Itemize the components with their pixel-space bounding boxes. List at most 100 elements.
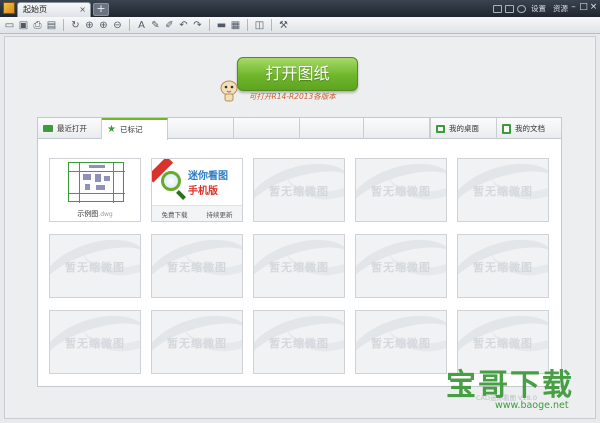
toolbar-separator: [271, 19, 272, 31]
minimize-button[interactable]: –: [569, 1, 578, 13]
print-icon[interactable]: ⎙: [32, 20, 43, 31]
maximize-button[interactable]: □: [579, 1, 588, 13]
panel-tab-strip: 最近打开 ★ 已标记 我的桌面 我的文档: [38, 118, 561, 140]
sample-drawing-label: 示例图.dwg: [50, 209, 140, 219]
sample-drawing-ext: .dwg: [98, 211, 113, 218]
empty-thumbnail[interactable]: 暂无缩微图: [355, 158, 447, 222]
toolbar: ▭ ▣ ⎙ ▤ ↻ ⊕ ⊕ ⊖ A ✎ ✐ ↶ ↷ ▬ ▦ ◫ ⚒: [0, 17, 600, 34]
placeholder-text: 暂无缩微图: [269, 261, 329, 274]
empty-thumbnail[interactable]: 暂无缩微图: [355, 234, 447, 298]
title-bar: 起始页 × + 设置 资源 – □ ×: [0, 0, 600, 17]
text-icon[interactable]: A: [136, 20, 147, 31]
empty-thumbnail[interactable]: 暂无缩微图: [253, 158, 345, 222]
toolbar-separator: [63, 19, 64, 31]
tab-recent-label: 最近打开: [57, 124, 87, 133]
promo-strip: 免费下载 持续更新: [152, 205, 242, 221]
mascot-icon: [220, 80, 238, 102]
save-icon[interactable]: ▣: [18, 20, 29, 31]
placeholder-text: 暂无缩微图: [473, 185, 533, 198]
promo-free-download-link[interactable]: 免费下载: [162, 209, 188, 219]
tab-marked[interactable]: ★ 已标记: [102, 118, 168, 140]
tools-icon[interactable]: ⚒: [278, 20, 289, 31]
zoom-in-icon[interactable]: ⊕: [98, 20, 109, 31]
monitor-icon[interactable]: [505, 4, 514, 13]
pencil-icon[interactable]: ✐: [164, 20, 175, 31]
title-right-controls: 设置 资源: [493, 2, 570, 15]
empty-thumbnail[interactable]: 暂无缩微图: [457, 234, 549, 298]
placeholder-text: 暂无缩微图: [167, 261, 227, 274]
tab-close-icon[interactable]: ×: [79, 3, 86, 16]
tab-start-page[interactable]: 起始页 ×: [17, 2, 91, 17]
empty-thumbnail[interactable]: 暂无缩微图: [253, 310, 345, 374]
toolbar-separator: [209, 19, 210, 31]
tab-documents-label: 我的文档: [515, 124, 545, 133]
settings-link[interactable]: 设置: [531, 3, 546, 14]
placeholder-text: 暂无缩微图: [269, 337, 329, 350]
mobile-promo-banner: 迷你看图 手机版: [152, 159, 242, 205]
sample-drawing-thumbnail: [68, 162, 125, 203]
placeholder-text: 暂无缩微图: [371, 185, 431, 198]
tab-marked-label: 已标记: [119, 125, 143, 134]
sample-drawing-name: 示例图: [77, 210, 99, 218]
empty-thumbnail[interactable]: 暂无缩微图: [355, 310, 447, 374]
placeholder-text: 暂无缩微图: [65, 261, 125, 274]
desktop-icon: [436, 124, 445, 133]
star-icon: ★: [107, 124, 116, 135]
app-logo-icon[interactable]: [3, 2, 15, 14]
sample-drawing-card[interactable]: 示例图.dwg: [49, 158, 141, 222]
tab-desktop[interactable]: 我的桌面: [430, 118, 496, 139]
undo-icon[interactable]: ↶: [178, 20, 189, 31]
version-support-note: 可打开R14-R2013各版本: [249, 92, 336, 101]
placeholder-text: 暂无缩微图: [371, 261, 431, 274]
tab-documents[interactable]: 我的文档: [496, 118, 561, 139]
toolbar-separator: [129, 19, 130, 31]
open-drawing-button[interactable]: 打开图纸: [237, 57, 358, 91]
placeholder-text: 暂无缩微图: [65, 337, 125, 350]
site-watermark-url: www.baoge.net: [495, 400, 569, 411]
export-icon[interactable]: ▤: [46, 20, 57, 31]
tab-desktop-label: 我的桌面: [449, 124, 479, 133]
placeholder-text: 暂无缩微图: [473, 261, 533, 274]
layout-icon[interactable]: ▦: [230, 20, 241, 31]
documents-icon: [502, 123, 511, 134]
empty-thumbnail[interactable]: 暂无缩微图: [49, 234, 141, 298]
redo-icon[interactable]: ↷: [192, 20, 203, 31]
rotate-icon[interactable]: ↻: [70, 20, 81, 31]
tab-empty-4[interactable]: [364, 118, 430, 139]
promo-subtitle: 手机版: [188, 186, 218, 197]
tab-title: 起始页: [23, 5, 47, 14]
empty-thumbnail[interactable]: 暂无缩微图: [151, 234, 243, 298]
resources-link[interactable]: 资源: [553, 3, 568, 14]
measure-icon[interactable]: ◫: [254, 20, 265, 31]
pen-icon[interactable]: ✎: [150, 20, 161, 31]
placeholder-text: 暂无缩微图: [269, 185, 329, 198]
promo-update-link[interactable]: 持续更新: [207, 209, 233, 219]
empty-thumbnail[interactable]: 暂无缩微图: [49, 310, 141, 374]
tab-empty-1[interactable]: [168, 118, 234, 139]
placeholder-text: 暂无缩微图: [473, 337, 533, 350]
placeholder-text: 暂无缩微图: [371, 337, 431, 350]
layer-icon[interactable]: ▬: [216, 20, 227, 31]
tab-recent[interactable]: 最近打开: [38, 118, 102, 139]
phone-icon[interactable]: [493, 4, 502, 13]
tab-empty-2[interactable]: [234, 118, 300, 139]
site-watermark: 宝哥下载: [446, 368, 574, 403]
window-controls: – □ ×: [569, 1, 598, 13]
files-panel: 最近打开 ★ 已标记 我的桌面 我的文档 示例图.dwg 迷你看图 手机版 免费…: [37, 117, 562, 387]
open-icon[interactable]: ▭: [4, 20, 15, 31]
empty-thumbnail[interactable]: 暂无缩微图: [253, 234, 345, 298]
gear-icon[interactable]: [517, 4, 526, 13]
zoom-window-icon[interactable]: ⊕: [84, 20, 95, 31]
promo-card[interactable]: 迷你看图 手机版 免费下载 持续更新: [151, 158, 243, 222]
toolbar-separator: [247, 19, 248, 31]
close-button[interactable]: ×: [589, 1, 598, 13]
new-tab-button[interactable]: +: [93, 3, 109, 16]
placeholder-text: 暂无缩微图: [167, 337, 227, 350]
mail-icon: [43, 125, 53, 132]
zoom-out-icon[interactable]: ⊖: [112, 20, 123, 31]
empty-thumbnail[interactable]: 暂无缩微图: [151, 310, 243, 374]
empty-thumbnail[interactable]: 暂无缩微图: [457, 158, 549, 222]
magnifier-icon: [161, 171, 181, 191]
tab-empty-3[interactable]: [300, 118, 364, 139]
promo-title: 迷你看图: [188, 171, 228, 182]
